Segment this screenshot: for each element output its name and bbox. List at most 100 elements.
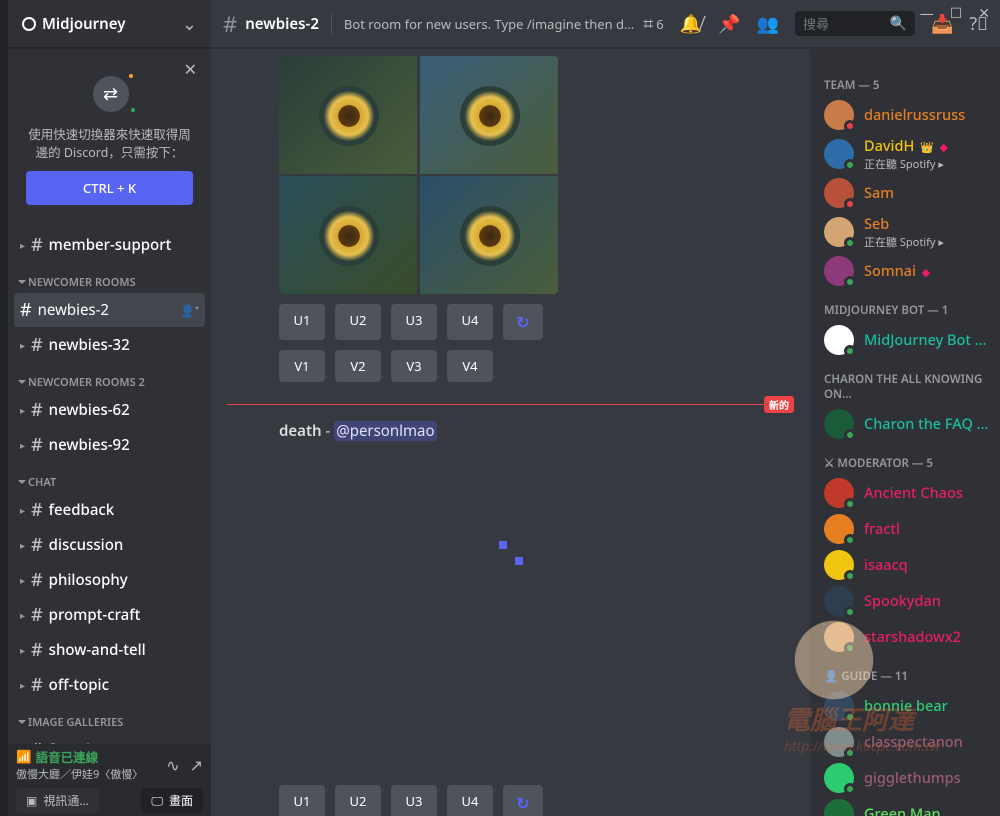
signal-icon: 📶 bbox=[16, 748, 32, 765]
close-promo-icon[interactable]: ✕ bbox=[184, 58, 197, 80]
hash-icon: # bbox=[31, 638, 43, 662]
main-area: # newbies-2 Bot room for new users. Type… bbox=[211, 0, 1000, 816]
generated-image-grid[interactable] bbox=[279, 56, 559, 294]
channel-favorites[interactable]: ▸#favorites bbox=[14, 733, 205, 744]
close-icon[interactable]: ✕ bbox=[978, 4, 990, 23]
avatar bbox=[824, 514, 854, 544]
reroll-button[interactable]: ↻ bbox=[503, 304, 543, 340]
member-item[interactable]: bonnie bear bbox=[820, 688, 994, 724]
video-icon: ▣ bbox=[26, 792, 37, 809]
category-galleries[interactable]: IMAGE GALLERIES bbox=[14, 703, 205, 732]
reroll-button[interactable]: ↻ bbox=[503, 785, 543, 816]
notifications-icon[interactable]: 🔔̸ bbox=[680, 12, 702, 36]
server-icon bbox=[22, 17, 36, 31]
channel-sidebar: Midjourney ⌄ ✕ ⇄ 使用快速切換器來快速取得周邊的 Discord… bbox=[8, 0, 211, 816]
hash-icon: # bbox=[31, 333, 43, 357]
noise-suppress-icon[interactable]: ∿ bbox=[166, 754, 179, 776]
add-user-icon[interactable]: 👤⁺ bbox=[180, 302, 199, 319]
button-u4[interactable]: U4 bbox=[447, 304, 493, 340]
maximize-icon[interactable]: ☐ bbox=[950, 4, 963, 23]
channel-newbies-2[interactable]: #newbies-2👤⁺ bbox=[14, 293, 205, 327]
threads-icon[interactable]: ⌗6 bbox=[643, 12, 664, 36]
quick-switcher-promo: ✕ ⇄ 使用快速切換器來快速取得周邊的 Discord，只需按下： CTRL +… bbox=[18, 58, 201, 217]
button-u2[interactable]: U2 bbox=[335, 785, 381, 816]
channel-newbies-62[interactable]: ▸#newbies-62 bbox=[14, 393, 205, 427]
button-u3[interactable]: U3 bbox=[391, 785, 437, 816]
user-panel: 📶語音已連線 傲慢大廳／伊娃9〈傲慢〉 ∿ ↗ ▣視訊通… 🖵畫面 bbox=[8, 744, 211, 816]
button-v2[interactable]: V2 bbox=[335, 350, 381, 382]
category-newcomer2[interactable]: NEWCOMER ROOMS 2 bbox=[14, 363, 205, 392]
message-text: death - @personlmao bbox=[279, 421, 794, 441]
hash-icon: # bbox=[31, 673, 43, 697]
hash-icon: # bbox=[31, 498, 43, 522]
channel-newbies-92[interactable]: ▸#newbies-92 bbox=[14, 428, 205, 462]
button-v4[interactable]: V4 bbox=[447, 350, 493, 382]
member-item[interactable]: Somnai ◆ bbox=[820, 253, 994, 289]
channel-newbies-32[interactable]: ▸#newbies-32 bbox=[14, 328, 205, 362]
category-newcomer[interactable]: NEWCOMER ROOMS bbox=[14, 263, 205, 292]
avatar bbox=[824, 217, 854, 247]
screen-share-button[interactable]: 🖵畫面 bbox=[141, 788, 203, 813]
member-item[interactable]: danielrussruss bbox=[820, 97, 994, 133]
avatar bbox=[824, 799, 854, 816]
button-u3[interactable]: U3 bbox=[391, 304, 437, 340]
button-u1[interactable]: U1 bbox=[279, 785, 325, 816]
hash-icon: # bbox=[31, 533, 43, 557]
member-item[interactable]: fractl bbox=[820, 511, 994, 547]
avatar bbox=[824, 478, 854, 508]
user-mention[interactable]: @personlmao bbox=[334, 421, 436, 441]
member-item[interactable]: Charon the FAQ … ✓ 機器人 bbox=[820, 406, 994, 442]
button-v3[interactable]: V3 bbox=[391, 350, 437, 382]
hash-icon: # bbox=[20, 298, 32, 322]
server-header[interactable]: Midjourney ⌄ bbox=[8, 0, 211, 48]
chevron-down-icon[interactable]: ⌄ bbox=[182, 12, 197, 36]
member-item[interactable]: starshadowx2 bbox=[820, 619, 994, 655]
avatar bbox=[824, 178, 854, 208]
avatar bbox=[824, 550, 854, 580]
member-item[interactable]: Sam bbox=[820, 175, 994, 211]
search-input[interactable]: 搜尋🔍 bbox=[795, 11, 915, 36]
channel-topic[interactable]: Bot room for new users. Type /imagine th… bbox=[344, 15, 635, 33]
ctrl-k-button[interactable]: CTRL + K bbox=[26, 171, 193, 205]
voice-channel-name: 傲慢大廳／伊娃9〈傲慢〉 bbox=[16, 766, 143, 782]
guild-rail bbox=[0, 0, 8, 816]
pinned-icon[interactable]: 📌 bbox=[718, 12, 740, 36]
button-u1[interactable]: U1 bbox=[279, 304, 325, 340]
channel-off-topic[interactable]: ▸#off-topic bbox=[14, 668, 205, 702]
minimize-icon[interactable]: — bbox=[920, 4, 934, 23]
member-item[interactable]: Green Man bbox=[820, 796, 994, 816]
member-item[interactable]: Ancient Chaos bbox=[820, 475, 994, 511]
channel-discussion[interactable]: ▸#discussion bbox=[14, 528, 205, 562]
avatar bbox=[824, 325, 854, 355]
member-item[interactable]: gigglethumps bbox=[820, 760, 994, 796]
button-u2[interactable]: U2 bbox=[335, 304, 381, 340]
button-u4[interactable]: U4 bbox=[447, 785, 493, 816]
member-item[interactable]: isaacq bbox=[820, 547, 994, 583]
avatar bbox=[824, 727, 854, 757]
avatar bbox=[824, 139, 854, 169]
channel-show-and-tell[interactable]: ▸#show-and-tell bbox=[14, 633, 205, 667]
disconnect-icon[interactable]: ↗ bbox=[190, 754, 203, 776]
member-item[interactable]: Seb正在聽 Spotify ▸ bbox=[820, 211, 994, 253]
loading-spinner bbox=[499, 541, 523, 565]
search-icon: 🔍 bbox=[890, 14, 907, 33]
hash-icon: # bbox=[31, 233, 43, 257]
video-button[interactable]: ▣視訊通… bbox=[16, 788, 99, 813]
avatar bbox=[824, 586, 854, 616]
button-v1[interactable]: V1 bbox=[279, 350, 325, 382]
avatar bbox=[824, 763, 854, 793]
category-chat[interactable]: CHAT bbox=[14, 463, 205, 492]
member-item[interactable]: MidJourney Bot ✓ 機器人 bbox=[820, 322, 994, 358]
upscale-row: U1 U2 U3 U4 ↻ bbox=[279, 785, 794, 816]
member-item[interactable]: classpectanon bbox=[820, 724, 994, 760]
channel-member-support[interactable]: ▸#member-support bbox=[14, 228, 205, 262]
channel-philosophy[interactable]: ▸#philosophy bbox=[14, 563, 205, 597]
screen-icon: 🖵 bbox=[151, 792, 163, 809]
channel-prompt-craft[interactable]: ▸#prompt-craft bbox=[14, 598, 205, 632]
member-item[interactable]: DavidH 👑 ◆正在聽 Spotify ▸ bbox=[820, 133, 994, 175]
channel-feedback[interactable]: ▸#feedback bbox=[14, 493, 205, 527]
channel-title: newbies-2 bbox=[245, 14, 319, 34]
avatar bbox=[824, 409, 854, 439]
member-item[interactable]: Spookydan bbox=[820, 583, 994, 619]
members-icon[interactable]: 👥 bbox=[757, 12, 779, 36]
